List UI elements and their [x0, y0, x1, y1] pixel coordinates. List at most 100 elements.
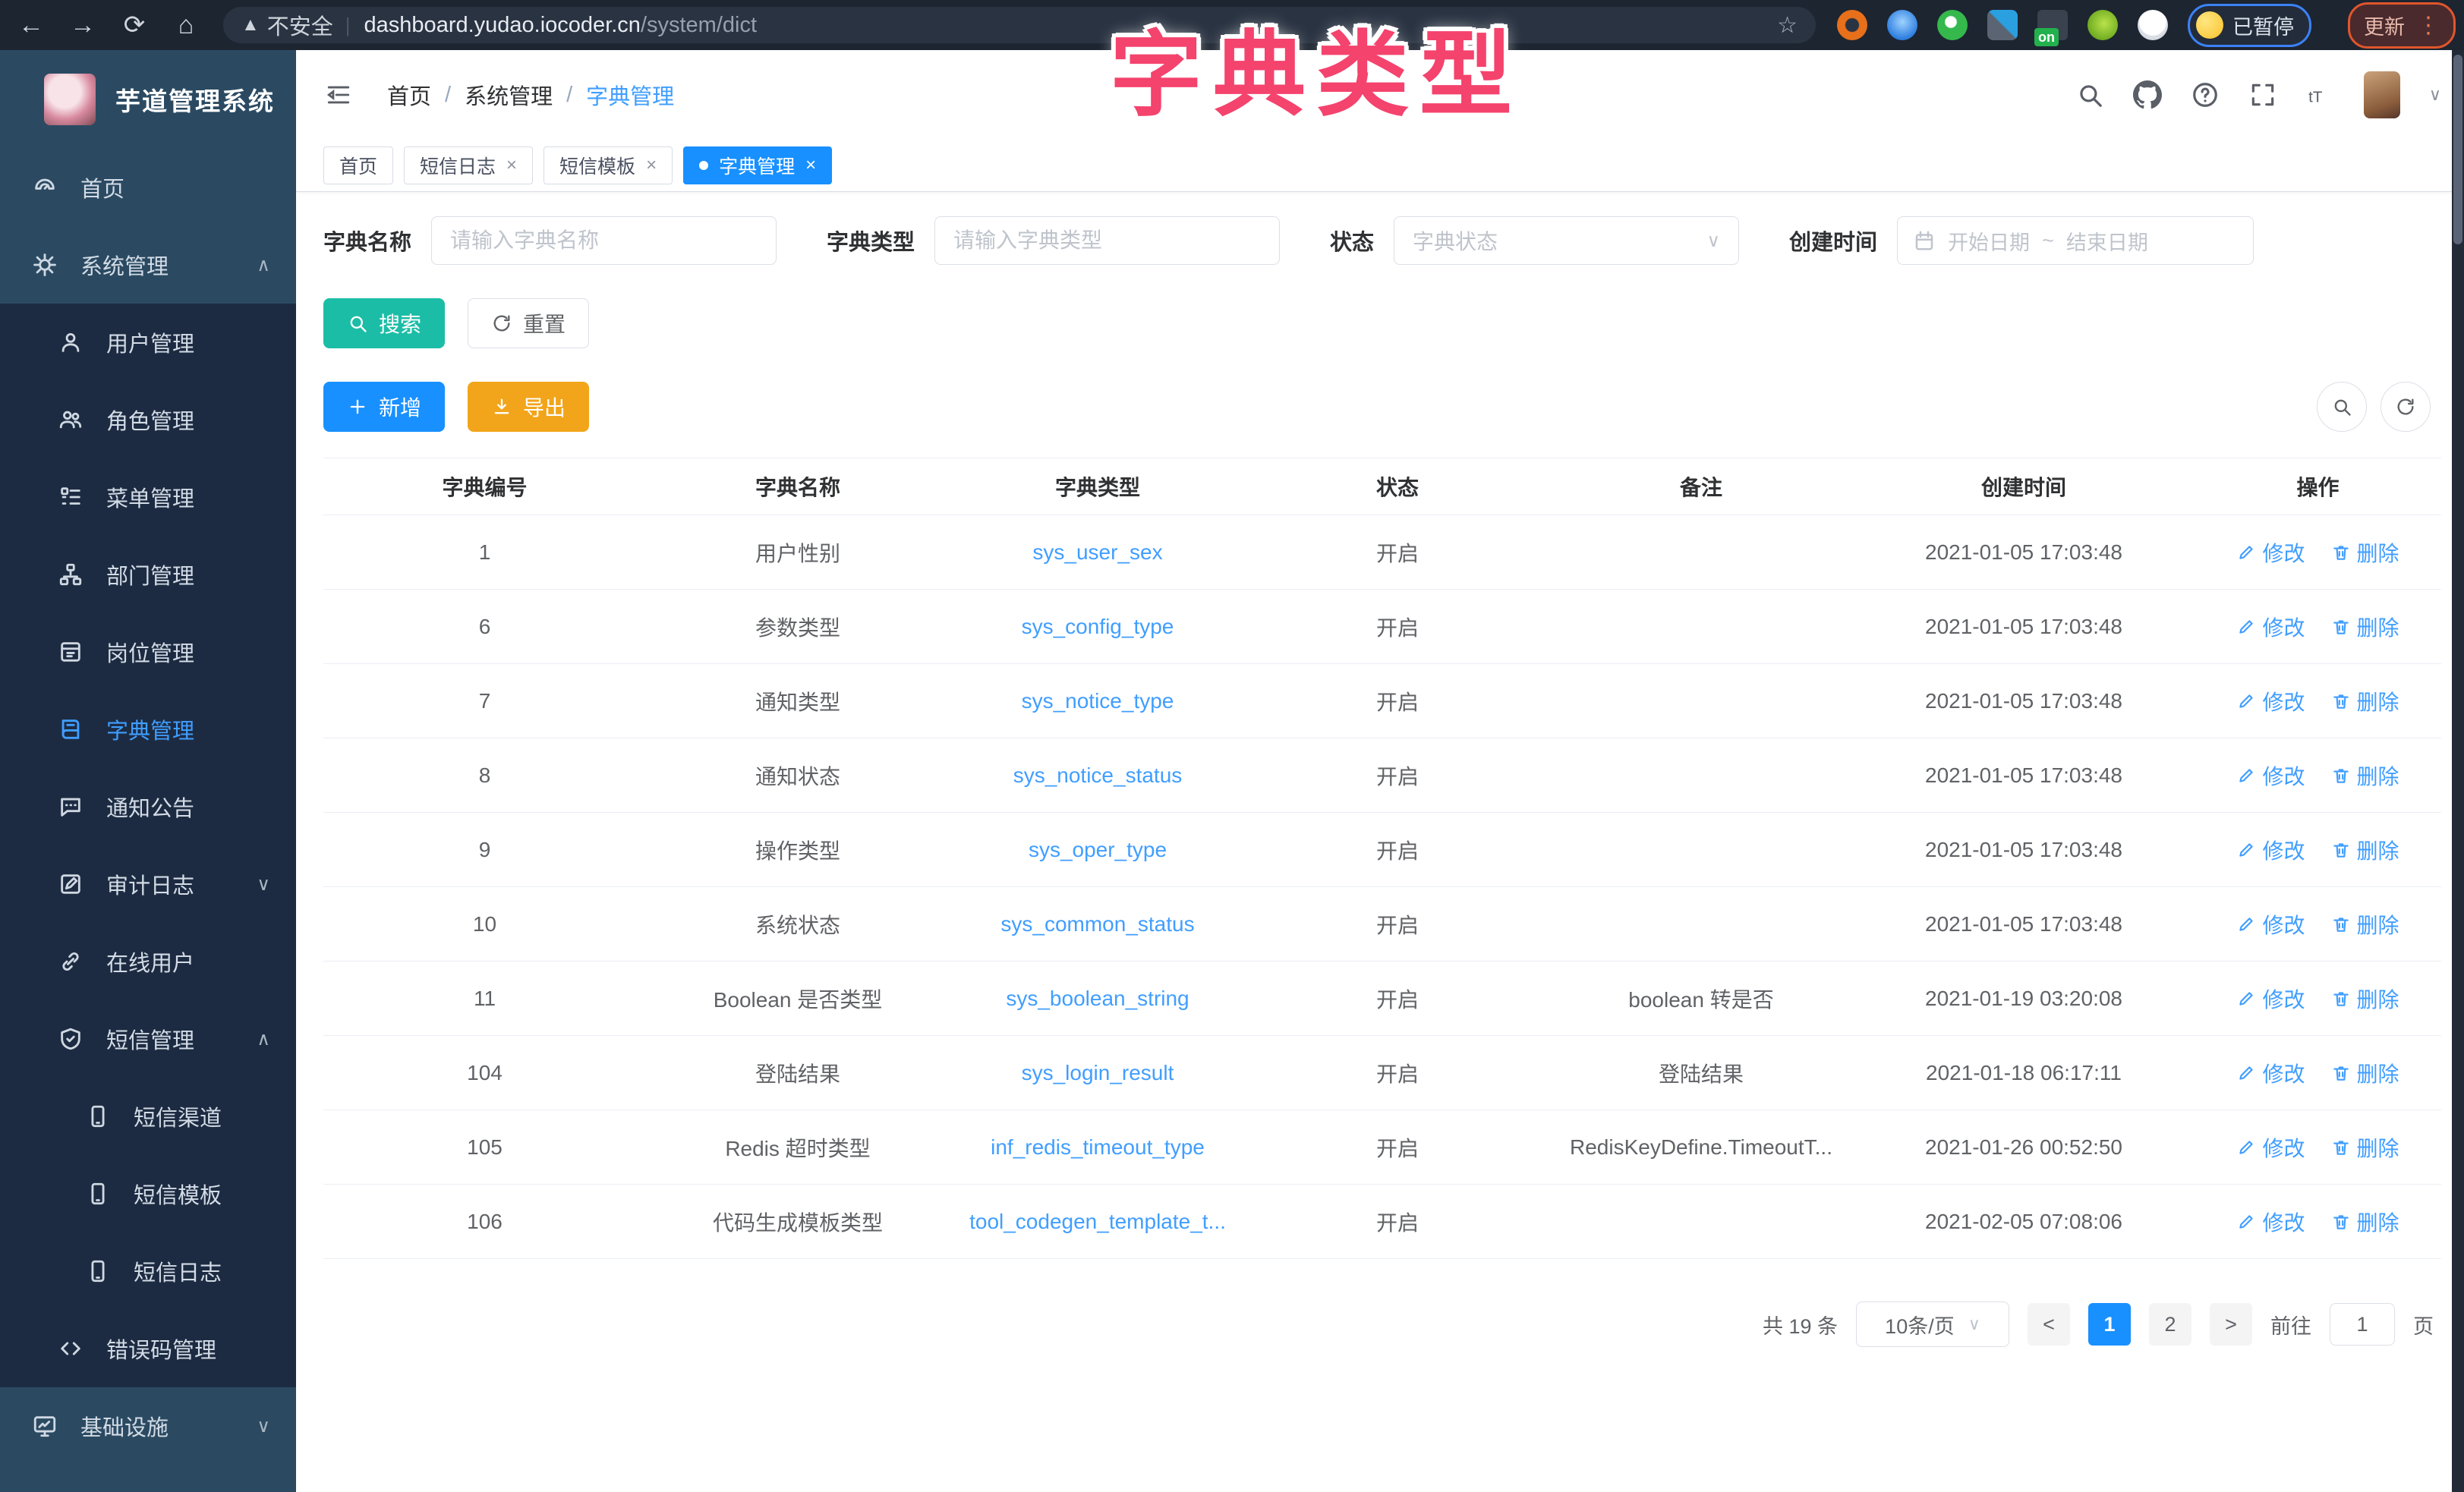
delete-link[interactable]: 删除 — [2331, 1058, 2399, 1088]
sidebar-item-online-users[interactable]: 在线用户 — [0, 923, 296, 1000]
sidebar-item-menus[interactable]: 菜单管理 — [0, 458, 296, 536]
dict-type-link[interactable]: sys_notice_type — [1022, 689, 1174, 713]
forward-button[interactable]: → — [62, 5, 103, 46]
close-icon[interactable]: × — [506, 155, 517, 176]
browser-update-button[interactable]: 更新 ⋮ — [2348, 2, 2456, 49]
goto-page-input[interactable] — [2330, 1303, 2395, 1346]
github-icon[interactable] — [2133, 80, 2162, 109]
extension-icon-plant[interactable] — [2087, 10, 2118, 40]
dict-type-link[interactable]: inf_redis_timeout_type — [991, 1135, 1205, 1159]
extension-icon-orange[interactable] — [1837, 10, 1867, 40]
dict-type-link[interactable]: sys_oper_type — [1029, 838, 1167, 861]
sidebar-item-sms-template[interactable]: 短信模板 — [0, 1155, 296, 1232]
search-icon[interactable] — [2075, 80, 2104, 109]
scrollbar-thumb[interactable] — [2453, 55, 2462, 244]
dict-type-link[interactable]: sys_notice_status — [1013, 763, 1183, 787]
back-button[interactable]: ← — [11, 5, 52, 46]
sidebar-item-dict[interactable]: 字典管理 — [0, 691, 296, 768]
dict-type-input[interactable] — [934, 216, 1280, 265]
tab-home[interactable]: 首页 — [323, 146, 393, 184]
refresh-table-button[interactable] — [2381, 382, 2431, 432]
sidebar-item-home[interactable]: 首页 — [0, 149, 296, 226]
bookmark-star-icon[interactable]: ☆ — [1777, 12, 1798, 39]
breadcrumb-system[interactable]: 系统管理 — [465, 79, 553, 111]
delete-link[interactable]: 删除 — [2331, 835, 2399, 865]
delete-link[interactable]: 删除 — [2331, 1132, 2399, 1163]
delete-link[interactable]: 删除 — [2331, 1207, 2399, 1237]
help-icon[interactable] — [2191, 80, 2220, 109]
avatar[interactable] — [2364, 71, 2400, 118]
font-size-icon[interactable]: tT — [2306, 80, 2335, 109]
extension-icon-green-circle[interactable] — [1937, 10, 1968, 40]
edit-link[interactable]: 修改 — [2236, 1058, 2305, 1088]
extension-icon-blue[interactable] — [1887, 10, 1917, 40]
export-button[interactable]: 导出 — [468, 382, 589, 432]
fullscreen-icon[interactable] — [2248, 80, 2277, 109]
tab-dict-active[interactable]: 字典管理 × — [683, 146, 832, 184]
date-range-picker[interactable]: 开始日期 ~ 结束日期 — [1897, 216, 2254, 265]
sidebar-item-departments[interactable]: 部门管理 — [0, 536, 296, 613]
edit-link[interactable]: 修改 — [2236, 835, 2305, 865]
dict-type-link[interactable]: sys_config_type — [1022, 615, 1174, 638]
chevron-down-icon[interactable]: ∨ — [2429, 85, 2441, 105]
reload-button[interactable]: ⟳ — [114, 5, 155, 46]
extension-icon-grid[interactable] — [1987, 10, 2018, 40]
close-icon[interactable]: × — [805, 155, 816, 176]
sidebar-item-users[interactable]: 用户管理 — [0, 304, 296, 381]
edit-link[interactable]: 修改 — [2236, 909, 2305, 940]
status-select[interactable]: 字典状态 ∨ — [1394, 216, 1739, 265]
edit-link[interactable]: 修改 — [2236, 686, 2305, 716]
close-icon[interactable]: × — [646, 155, 657, 176]
dict-type-link[interactable]: sys_login_result — [1022, 1061, 1174, 1084]
sidebar-item-sms-channel[interactable]: 短信渠道 — [0, 1078, 296, 1155]
page-size-select[interactable]: 10条/页 ∨ — [1856, 1302, 2009, 1347]
paused-extension-chip[interactable]: 已暂停 — [2188, 4, 2311, 47]
breadcrumb-home[interactable]: 首页 — [387, 79, 431, 111]
next-page-button[interactable]: > — [2210, 1303, 2252, 1346]
delete-link[interactable]: 删除 — [2331, 612, 2399, 642]
edit-link[interactable]: 修改 — [2236, 1207, 2305, 1237]
sidebar-item-sms-log[interactable]: 短信日志 — [0, 1232, 296, 1310]
edit-link[interactable]: 修改 — [2236, 612, 2305, 642]
delete-link[interactable]: 删除 — [2331, 760, 2399, 791]
address-bar[interactable]: ▲ 不安全 | dashboard.yudao.iocoder.cn /syst… — [223, 7, 1816, 43]
delete-link[interactable]: 删除 — [2331, 537, 2399, 568]
extension-icon-white-figure[interactable] — [2138, 10, 2168, 40]
sidebar-item-notice[interactable]: 通知公告 — [0, 768, 296, 845]
delete-link[interactable]: 删除 — [2331, 984, 2399, 1014]
sidebar-item-posts[interactable]: 岗位管理 — [0, 613, 296, 691]
add-button[interactable]: 新增 — [323, 382, 445, 432]
toggle-search-button[interactable] — [2317, 382, 2367, 432]
edit-link[interactable]: 修改 — [2236, 984, 2305, 1014]
search-button[interactable]: 搜索 — [323, 298, 445, 348]
logo-row[interactable]: 芋道管理系统 — [0, 50, 296, 149]
tab-sms-log[interactable]: 短信日志 × — [404, 146, 533, 184]
edit-link[interactable]: 修改 — [2236, 537, 2305, 568]
edit-link[interactable]: 修改 — [2236, 1132, 2305, 1163]
collapse-menu-icon[interactable] — [323, 82, 354, 108]
reset-button[interactable]: 重置 — [468, 298, 589, 348]
dict-name-input[interactable] — [431, 216, 777, 265]
dict-type-link[interactable]: tool_codegen_template_t... — [969, 1210, 1226, 1233]
sidebar-item-roles[interactable]: 角色管理 — [0, 381, 296, 458]
dict-type-link[interactable]: sys_common_status — [1000, 912, 1194, 936]
tab-sms-template[interactable]: 短信模板 × — [544, 146, 673, 184]
delete-link[interactable]: 删除 — [2331, 686, 2399, 716]
sidebar-item-error-code[interactable]: 错误码管理 — [0, 1310, 296, 1387]
sidebar-item-infrastructure[interactable]: 基础设施 ∨ — [0, 1387, 296, 1465]
sidebar-item-sms[interactable]: 短信管理 ∧ — [0, 1000, 296, 1078]
sidebar-item-system[interactable]: 系统管理 ∧ — [0, 226, 296, 304]
page-button-2[interactable]: 2 — [2149, 1303, 2191, 1346]
dict-type-link[interactable]: sys_boolean_string — [1006, 987, 1189, 1010]
sidebar-item-audit-log[interactable]: 审计日志 ∨ — [0, 845, 296, 923]
security-label[interactable]: 不安全 — [267, 9, 333, 41]
delete-link[interactable]: 删除 — [2331, 909, 2399, 940]
window-scrollbar[interactable] — [2452, 50, 2464, 1492]
page-button-1[interactable]: 1 — [2088, 1303, 2131, 1346]
edit-link[interactable]: 修改 — [2236, 760, 2305, 791]
prev-page-button[interactable]: < — [2028, 1303, 2070, 1346]
dict-type-link[interactable]: sys_user_sex — [1032, 540, 1162, 564]
home-button[interactable]: ⌂ — [165, 5, 206, 46]
kebab-menu-icon[interactable]: ⋮ — [2417, 12, 2440, 39]
extension-icon-on-switch[interactable]: on — [2037, 10, 2068, 40]
